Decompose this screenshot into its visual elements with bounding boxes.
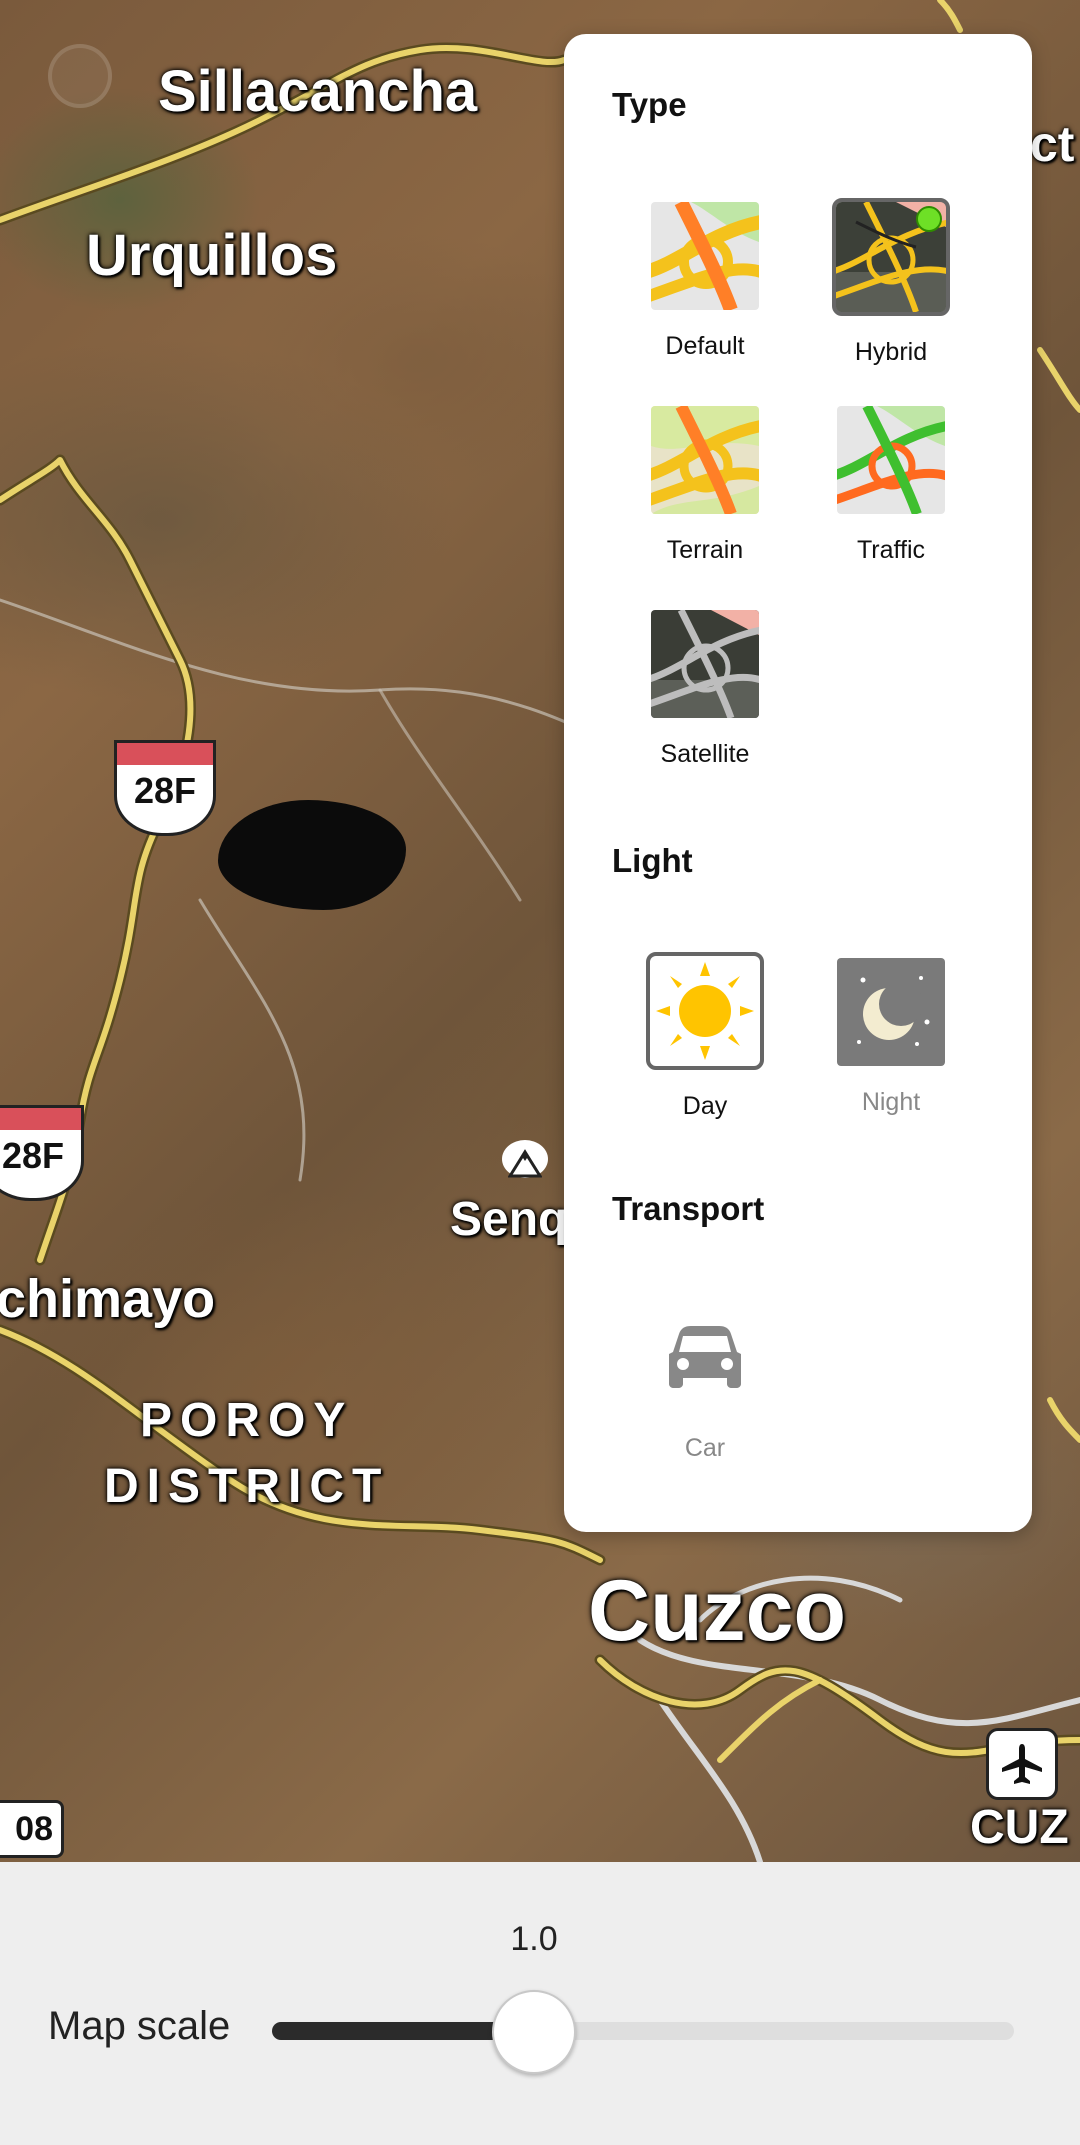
district-label: POROY DISTRICT	[104, 1394, 390, 1513]
route-shield-number: 28F	[1, 1135, 65, 1176]
satellite-map-thumbnail	[651, 610, 759, 718]
map-type-hybrid[interactable]: Hybrid	[806, 198, 976, 367]
map-type-default[interactable]: Default	[620, 202, 790, 361]
type-section-title: Type	[612, 86, 687, 123]
map-type-traffic[interactable]: Traffic	[806, 406, 976, 565]
moon-icon	[857, 976, 930, 1046]
airport-icon	[986, 1728, 1058, 1800]
route-shield-number: 28F	[133, 770, 197, 811]
day-thumbnail	[646, 952, 764, 1070]
light-label: Day	[682, 1092, 728, 1120]
route-shield: 28F	[114, 740, 216, 836]
lake	[218, 800, 406, 910]
map-type-label: Traffic	[856, 536, 926, 564]
light-day[interactable]: Day	[620, 952, 790, 1121]
car-thumbnail	[651, 1304, 759, 1412]
place-label: chimayo	[0, 1269, 216, 1329]
road-number-box: 08	[0, 1800, 64, 1858]
map-logo-watermark	[48, 44, 112, 108]
place-label: Urquillos	[86, 223, 338, 288]
selected-indicator	[916, 206, 942, 232]
map-type-terrain[interactable]: Terrain	[620, 406, 790, 565]
mountain-peak-icon	[502, 1140, 548, 1178]
transport-label: Car	[684, 1434, 726, 1462]
light-section-title: Light	[612, 842, 693, 879]
map-scale-slider[interactable]	[272, 1990, 1014, 2074]
car-icon	[669, 1326, 741, 1388]
scale-value: 1.0	[510, 1920, 558, 1958]
map-type-label: Terrain	[666, 536, 744, 564]
map-scale-bar: 1.0 Map scale	[0, 1862, 1080, 2145]
transport-car[interactable]: Car	[620, 1304, 790, 1463]
map-type-satellite[interactable]: Satellite	[620, 610, 790, 769]
map-type-label: Satellite	[660, 740, 750, 768]
hybrid-map-thumbnail	[832, 198, 950, 316]
traffic-map-thumbnail	[837, 406, 945, 514]
map-type-label: Hybrid	[854, 338, 928, 366]
map-type-label: Default	[665, 332, 745, 360]
light-night[interactable]: Night	[806, 958, 976, 1117]
airport-code-label: CUZ	[970, 1801, 1069, 1854]
place-label: Senq	[450, 1193, 568, 1246]
city-label: Cuzco	[588, 1563, 846, 1659]
place-label: ct	[1030, 116, 1075, 172]
route-shield: 28F	[0, 1105, 84, 1201]
terrain-map-thumbnail	[651, 406, 759, 514]
place-label: Sillacancha	[158, 59, 478, 124]
default-map-thumbnail	[651, 202, 759, 310]
sun-icon	[656, 962, 754, 1060]
map-style-panel: Type Default Hybrid Terrain Traffic Sate…	[564, 34, 1032, 1532]
scale-label: Map scale	[48, 2004, 231, 2048]
light-label: Night	[861, 1088, 921, 1116]
transport-section-title: Transport	[612, 1190, 765, 1227]
night-thumbnail	[837, 958, 945, 1066]
slider-thumb[interactable]	[491, 1990, 576, 2074]
